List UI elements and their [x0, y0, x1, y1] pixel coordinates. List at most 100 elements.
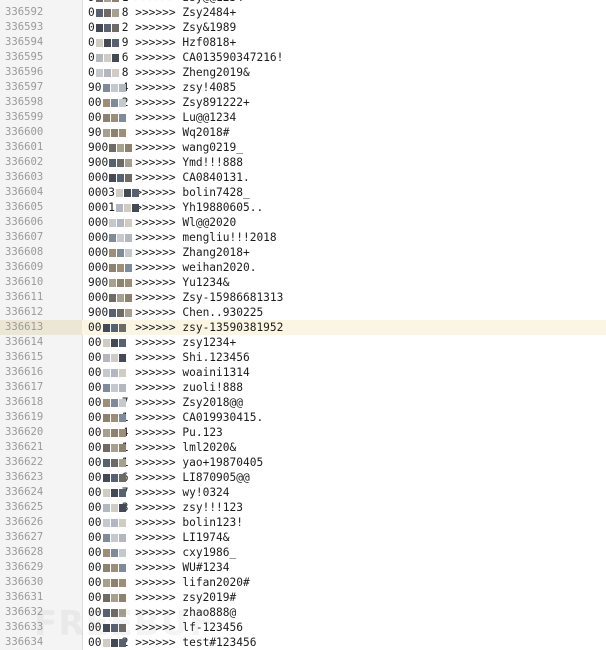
editor-line[interactable]: 336594 0 9 >>>>>> Hzf0818+ — [0, 35, 606, 50]
editor-line[interactable]: 336596 0 8 >>>>>> Zheng2019& — [0, 65, 606, 80]
editor-line[interactable]: 33661800 7 >>>>>> Zsy2018@@ — [0, 395, 606, 410]
redaction-mosaic — [102, 410, 137, 425]
password-value: test#123456 — [182, 636, 257, 649]
editor-line[interactable]: 336609 000 >>>>>> weihan2020. — [0, 260, 606, 275]
password-value: CA013590347216! — [182, 51, 284, 64]
line-prefix: 00 — [88, 426, 102, 439]
editor-line[interactable]: 336603 000 >>>>>> CA0840131. — [0, 170, 606, 185]
line-prefix: 00 — [88, 606, 102, 619]
password-value: Yu1234& — [182, 276, 230, 289]
password-value: zsy1234+ — [182, 336, 237, 349]
redaction-mosaic — [102, 455, 137, 470]
redaction-mosaic — [109, 170, 143, 185]
line-prefix: 00 — [88, 336, 102, 349]
editor-line[interactable]: 33663400 2 >>>>>> test#123456 — [0, 635, 606, 650]
separator-arrows: >>>>>> — [135, 81, 176, 94]
separator-arrows: >>>>>> — [135, 441, 176, 454]
password-value: Pu.123 — [182, 426, 223, 439]
line-number: 336615 — [5, 351, 44, 363]
password-value: zsy!!!123 — [182, 501, 243, 514]
editor-line[interactable]: 336601 900 >>>>>> wang0219_ — [0, 140, 606, 155]
separator-arrows: >>>>>> — [135, 591, 176, 604]
text-editor[interactable]: 3365919 1 >>>>>> zsy@@12343365920 8 >>>>… — [0, 0, 606, 650]
password-value: woaini1314 — [182, 366, 250, 379]
editor-line[interactable]: 33659790 4 >>>>>> zsy!4085 — [0, 80, 606, 95]
line-prefix: 0 — [88, 66, 95, 79]
line-number: 336620 — [5, 426, 44, 438]
line-number: 336597 — [5, 81, 44, 93]
line-number: 336604 — [5, 186, 44, 198]
line-prefix: 0 — [88, 6, 95, 19]
editor-line[interactable]: 33659800 2 >>>>>> Zsy891222+ — [0, 95, 606, 110]
editor-line[interactable]: 336612 900 >>>>>> Chen..930225 — [0, 305, 606, 320]
current-line[interactable]: 336613 00 >>>>>> zsy-13590381952 — [0, 320, 606, 335]
line-number: 336607 — [5, 231, 44, 243]
editor-line[interactable]: 336627 00 >>>>>> LI1974& — [0, 530, 606, 545]
editor-line[interactable]: 336602 900 >>>>>> Ymd!!!888 — [0, 155, 606, 170]
editor-lines: 3365919 1 >>>>>> zsy@@12343365920 8 >>>>… — [0, 0, 606, 650]
editor-line[interactable]: 336605 0001 >>>>>> Yh19880605.. — [0, 200, 606, 215]
separator-arrows: >>>>>> — [135, 36, 176, 49]
redaction-mosaic — [102, 365, 137, 380]
line-number: 336609 — [5, 261, 44, 273]
editor-line[interactable]: 336610 900 >>>>>> Yu1234& — [0, 275, 606, 290]
editor-line[interactable]: 336626 00 >>>>>> bolin123! — [0, 515, 606, 530]
password-value: CA0840131. — [182, 171, 250, 184]
redaction-mosaic — [102, 545, 137, 560]
editor-line[interactable]: 336600 90 >>>>>> Wq2018# — [0, 125, 606, 140]
editor-line[interactable]: 336611 000 >>>>>> Zsy-15986681313 — [0, 290, 606, 305]
separator-arrows: >>>>>> — [135, 366, 176, 379]
redaction-mosaic — [102, 515, 137, 530]
editor-line[interactable]: 336631 00 >>>>>> zsy2019# — [0, 590, 606, 605]
editor-line[interactable]: 336616 00 >>>>>> woaini1314 — [0, 365, 606, 380]
separator-arrows: >>>>>> — [135, 396, 176, 409]
editor-line[interactable]: 336608 000 >>>>>> Zhang2018+ — [0, 245, 606, 260]
editor-line[interactable]: 336599 00 >>>>>> Lu@@1234 — [0, 110, 606, 125]
editor-line[interactable]: 336606 000 >>>>>> Wl@@2020 — [0, 215, 606, 230]
redaction-mosaic — [109, 155, 143, 170]
separator-arrows: >>>>>> — [135, 501, 176, 514]
separator-arrows: >>>>>> — [135, 561, 176, 574]
editor-line[interactable]: 33662100 1 >>>>>> lml2020& — [0, 440, 606, 455]
line-prefix: 00 — [88, 111, 102, 124]
editor-line[interactable]: 336604 0003 >>>>>> bolin7428_ — [0, 185, 606, 200]
line-number: 336595 — [5, 51, 44, 63]
separator-arrows: >>>>>> — [135, 96, 176, 109]
editor-line[interactable]: 336593 0 2 >>>>>> Zsy&1989 — [0, 20, 606, 35]
line-prefix: 00 — [88, 441, 102, 454]
editor-line[interactable]: 33662000 4 >>>>>> Pu.123 — [0, 425, 606, 440]
line-prefix: 90 — [88, 81, 102, 94]
editor-line[interactable]: 336629 00 >>>>>> WU#1234 — [0, 560, 606, 575]
line-prefix: 900 — [88, 276, 109, 289]
editor-line[interactable]: 336617 00 >>>>>> zuoli!888 — [0, 380, 606, 395]
editor-line[interactable]: 33662300 6 >>>>>> LI870905@@ — [0, 470, 606, 485]
editor-line[interactable]: 336615 00 >>>>>> Shi.123456 — [0, 350, 606, 365]
separator-arrows: >>>>>> — [135, 51, 176, 64]
separator-arrows: >>>>>> — [135, 456, 176, 469]
redaction-mosaic — [102, 575, 137, 590]
line-number: 336592 — [5, 6, 44, 18]
editor-line[interactable]: 336633 00 >>>>>> lf-123456 — [0, 620, 606, 635]
separator-arrows: >>>>>> — [135, 126, 176, 139]
separator-arrows: >>>>>> — [135, 381, 176, 394]
separator-arrows: >>>>>> — [135, 471, 176, 484]
editor-line[interactable]: 336595 0 6 >>>>>> CA013590347216! — [0, 50, 606, 65]
editor-line[interactable]: 336592 0 8 >>>>>> Zsy2484+ — [0, 5, 606, 20]
editor-line[interactable]: 33662500 3 >>>>>> zsy!!!123 — [0, 500, 606, 515]
line-number: 336610 — [5, 276, 44, 288]
editor-line[interactable]: 33662200 1 >>>>>> yao+19870405 — [0, 455, 606, 470]
editor-line[interactable]: 33662400 7 >>>>>> wy!0324 — [0, 485, 606, 500]
redaction-mosaic — [102, 425, 137, 440]
editor-line[interactable]: 33661900 1 >>>>>> CA019930415. — [0, 410, 606, 425]
line-prefix: 00 — [88, 561, 102, 574]
line-prefix: 00 — [88, 621, 102, 634]
password-value: Ymd!!!888 — [182, 156, 243, 169]
editor-line[interactable]: 336630 00 >>>>>> lifan2020# — [0, 575, 606, 590]
editor-line[interactable]: 336607 000 >>>>>> mengliu!!!2018 — [0, 230, 606, 245]
editor-line[interactable]: 336632 00 >>>>>> zhao888@ — [0, 605, 606, 620]
password-value: Wq2018# — [182, 126, 230, 139]
editor-line[interactable]: 336628 00 >>>>>> cxy1986_ — [0, 545, 606, 560]
editor-line[interactable]: 336614 00 >>>>>> zsy1234+ — [0, 335, 606, 350]
separator-arrows: >>>>>> — [135, 111, 176, 124]
redaction-mosaic — [102, 335, 137, 350]
